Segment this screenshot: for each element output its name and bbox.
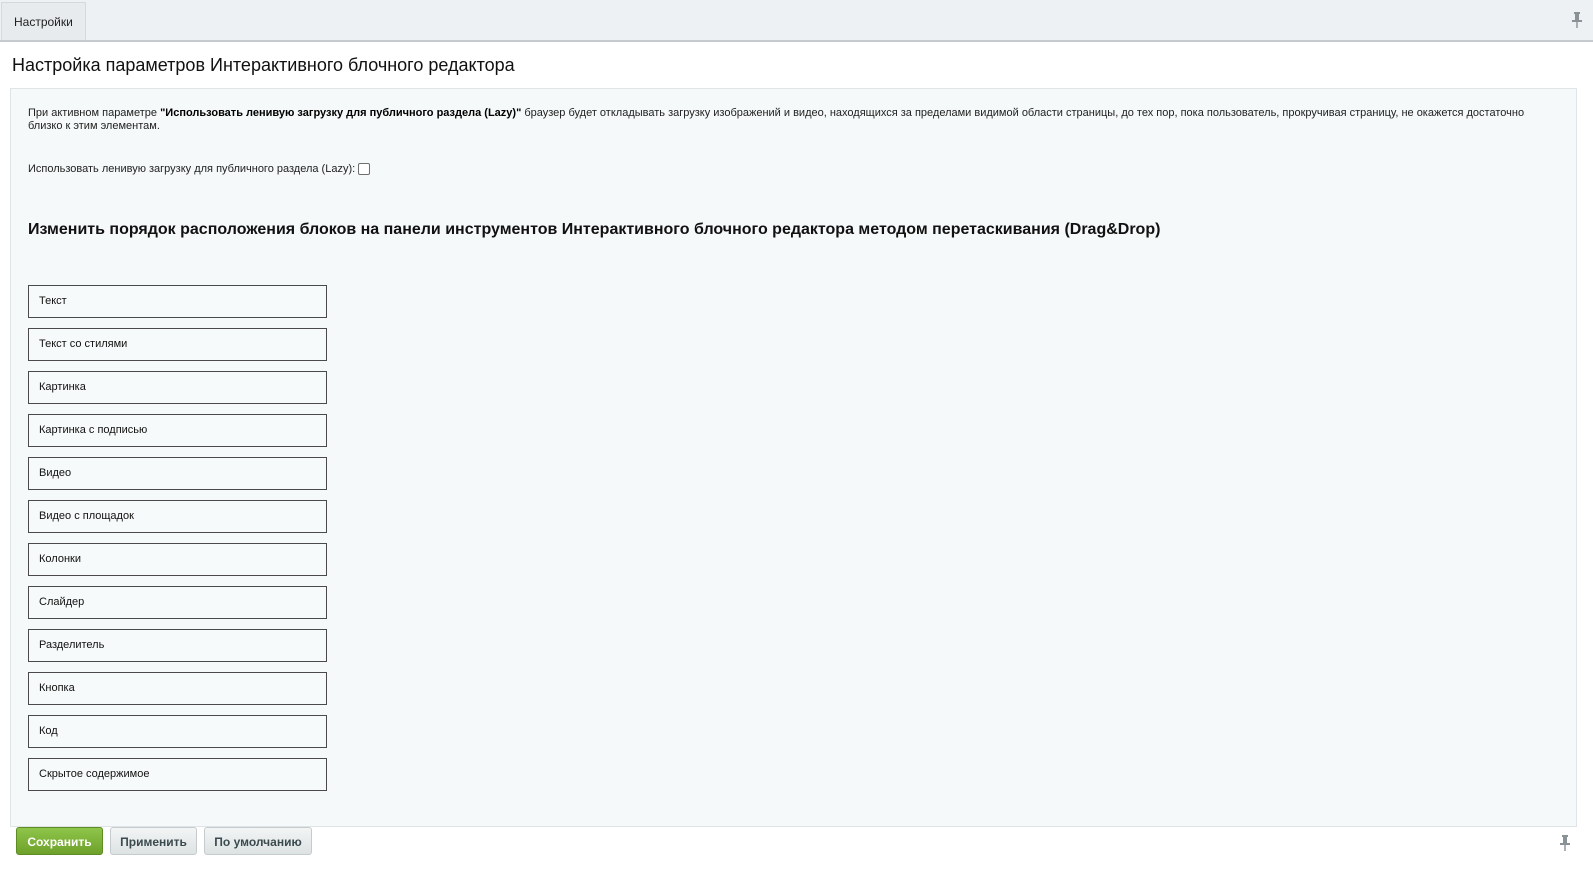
block-item[interactable]: Картинка с подписью bbox=[28, 414, 327, 447]
lazy-load-option: Использовать ленивую загрузку для публич… bbox=[28, 162, 371, 176]
block-item[interactable]: Скрытое содержимое bbox=[28, 758, 327, 791]
block-item[interactable]: Кнопка bbox=[28, 672, 327, 705]
pin-icon[interactable] bbox=[1571, 12, 1583, 28]
settings-panel: При активном параметре "Использовать лен… bbox=[10, 88, 1577, 827]
block-item[interactable]: Колонки bbox=[28, 543, 327, 576]
save-button[interactable]: Сохранить bbox=[16, 827, 103, 855]
reset-default-button[interactable]: По умолчанию bbox=[204, 827, 312, 855]
notice-prefix: При активном параметре bbox=[28, 107, 161, 119]
block-item[interactable]: Код bbox=[28, 715, 327, 748]
notice-option-name: "Использовать ленивую загрузку для публи… bbox=[160, 107, 522, 119]
block-item[interactable]: Разделитель bbox=[28, 629, 327, 662]
lazy-load-checkbox[interactable] bbox=[358, 163, 371, 175]
block-item[interactable]: Слайдер bbox=[28, 586, 327, 619]
block-item[interactable]: Картинка bbox=[28, 371, 327, 404]
block-item[interactable]: Текст bbox=[28, 285, 327, 318]
pin-icon[interactable] bbox=[1559, 835, 1571, 851]
tab-settings[interactable]: Настройки bbox=[1, 2, 86, 40]
block-item[interactable]: Видео bbox=[28, 457, 327, 490]
tab-bar: Настройки bbox=[0, 0, 1593, 42]
page-title: Настройка параметров Интерактивного блоч… bbox=[12, 55, 515, 75]
blocks-section-title: Изменить порядок расположения блоков на … bbox=[28, 221, 1161, 238]
lazy-load-notice: При активном параметре "Использовать лен… bbox=[28, 107, 1558, 133]
block-item[interactable]: Видео с площадок bbox=[28, 500, 327, 533]
apply-button[interactable]: Применить bbox=[110, 827, 197, 855]
block-item[interactable]: Текст со стилями bbox=[28, 328, 327, 361]
lazy-load-label: Использовать ленивую загрузку для публич… bbox=[28, 163, 356, 175]
